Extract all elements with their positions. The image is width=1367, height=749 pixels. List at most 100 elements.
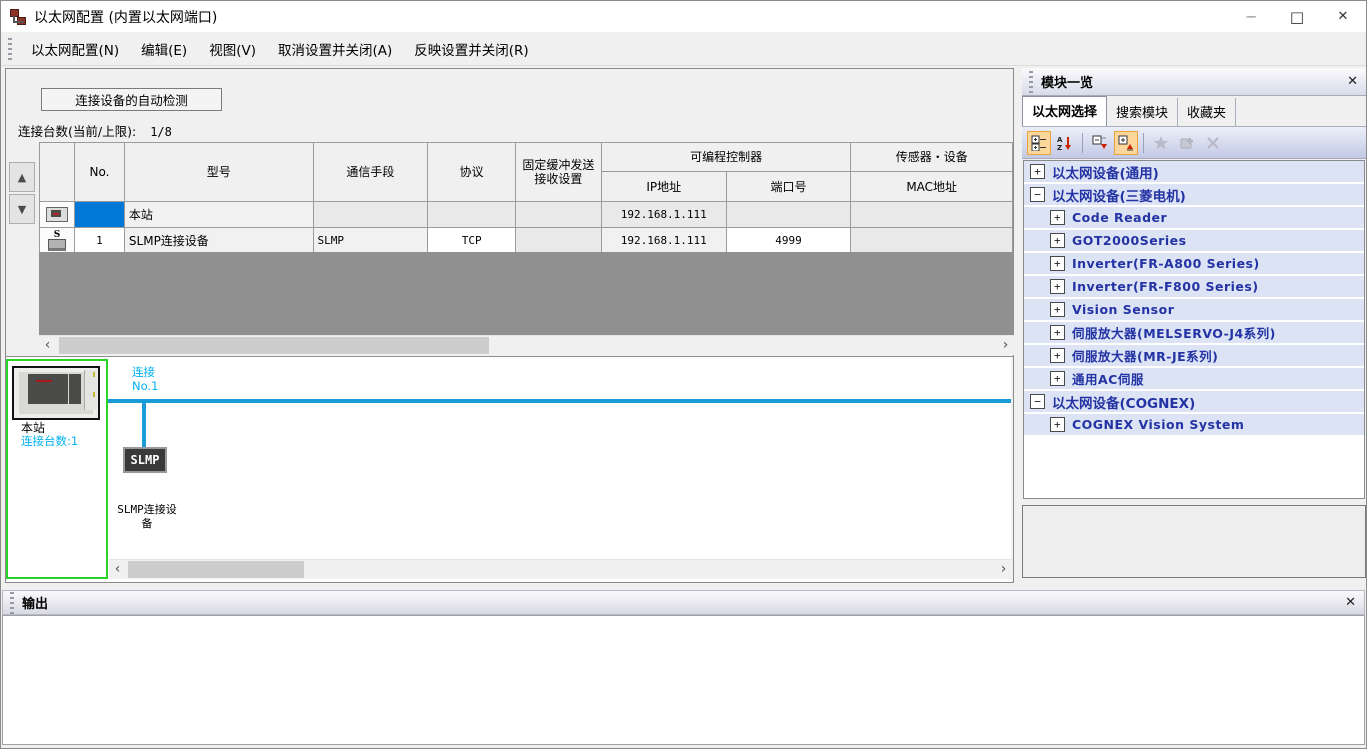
toolbar-separator xyxy=(1143,133,1144,153)
expand-icon[interactable]: + xyxy=(1050,302,1065,317)
delete-icon xyxy=(1201,131,1225,155)
ethernet-trunk-line xyxy=(104,399,1011,403)
col-protocol: 协议 xyxy=(428,143,516,202)
tree-item-inverter-a800[interactable]: +Inverter(FR-A800 Series) xyxy=(1024,253,1364,274)
expand-icon[interactable]: + xyxy=(1050,325,1065,340)
host-connection-count: 连接台数:1 xyxy=(21,433,78,449)
host-mac-cell xyxy=(851,202,1013,228)
menubar: 以太网配置(N) 编辑(E) 视图(V) 取消设置并关闭(A) 反映设置并关闭(… xyxy=(1,32,1366,66)
slmp-ip-cell[interactable]: 192.168.1.111 xyxy=(601,228,726,254)
tree-item-got2000[interactable]: +GOT2000Series xyxy=(1024,230,1364,251)
host-no-cell[interactable] xyxy=(74,202,124,228)
expand-icon[interactable]: + xyxy=(1050,371,1065,386)
scroll-right-icon[interactable]: › xyxy=(995,561,1012,578)
add-favorite-icon xyxy=(1175,131,1199,155)
row-down-button[interactable]: ▼ xyxy=(9,194,35,224)
slmp-model-cell[interactable]: SLMP连接设备 xyxy=(124,228,313,254)
row-up-button[interactable]: ▲ xyxy=(9,162,35,192)
col-no: No. xyxy=(74,143,124,202)
table-horizontal-scrollbar[interactable]: ‹ › xyxy=(39,335,1014,355)
connection-count: 连接台数(当前/上限):1/8 xyxy=(18,121,172,140)
slmp-device-caption: SLMP连接设备 xyxy=(115,503,179,531)
tree-item-vision-sensor[interactable]: +Vision Sensor xyxy=(1024,299,1364,320)
tab-ethernet-select[interactable]: 以太网选择 xyxy=(1022,96,1107,126)
menu-apply-close[interactable]: 反映设置并关闭(R) xyxy=(403,33,539,65)
toolbar-separator xyxy=(1082,133,1083,153)
output-grip[interactable] xyxy=(10,592,14,614)
scroll-left-icon[interactable]: ‹ xyxy=(109,561,126,578)
scroll-right-icon[interactable]: › xyxy=(997,337,1014,354)
minimize-button[interactable]: ─ xyxy=(1228,1,1274,32)
slmp-buffer-cell xyxy=(516,228,602,254)
host-port-cell xyxy=(726,202,851,228)
panel-grip[interactable] xyxy=(1029,71,1033,93)
collapse-icon[interactable]: − xyxy=(1030,187,1045,202)
tree-item-ethernet-generic[interactable]: +以太网设备(通用) xyxy=(1024,161,1364,182)
collapse-icon[interactable]: − xyxy=(1030,394,1045,409)
output-close-icon[interactable]: ✕ xyxy=(1345,595,1356,610)
slmp-protocol-cell[interactable]: TCP xyxy=(428,228,516,254)
collapse-all-icon[interactable] xyxy=(1088,131,1112,155)
expand-icon[interactable]: + xyxy=(1050,256,1065,271)
host-protocol-cell xyxy=(428,202,516,228)
expand-all-icon[interactable] xyxy=(1114,131,1138,155)
close-button[interactable]: ✕ xyxy=(1320,1,1366,32)
table-row-host[interactable]: 本站 192.168.1.111 xyxy=(40,202,1013,228)
output-panel-header: 输出 ✕ xyxy=(2,590,1365,615)
connection-count-value: 1/8 xyxy=(150,125,172,139)
connection-no-label: 连接 No.1 xyxy=(132,365,158,393)
scrollbar-thumb[interactable] xyxy=(128,561,304,578)
module-description-box xyxy=(1022,505,1366,578)
slmp-mac-cell xyxy=(851,228,1013,254)
expand-icon[interactable]: + xyxy=(1050,279,1065,294)
menu-cancel-close[interactable]: 取消设置并关闭(A) xyxy=(267,33,403,65)
menu-view[interactable]: 视图(V) xyxy=(198,33,267,65)
auto-detect-button[interactable]: 连接设备的自动检测 xyxy=(41,88,222,111)
scroll-left-icon[interactable]: ‹ xyxy=(39,337,56,354)
expand-icon[interactable]: + xyxy=(1050,210,1065,225)
expand-icon[interactable]: + xyxy=(1050,348,1065,363)
output-content xyxy=(2,615,1365,745)
col-mac: MAC地址 xyxy=(851,172,1013,202)
diagram-horizontal-scrollbar[interactable]: ‹ › xyxy=(109,559,1012,579)
tree-item-inverter-f800[interactable]: +Inverter(FR-F800 Series) xyxy=(1024,276,1364,297)
ethernet-drop-line xyxy=(142,399,146,447)
slmp-comm-cell[interactable]: SLMP xyxy=(313,228,428,254)
module-list-tabs: 以太网选择 搜索模块 收藏夹 xyxy=(1022,96,1366,127)
tree-item-code-reader[interactable]: +Code Reader xyxy=(1024,207,1364,228)
tree-item-ethernet-cognex[interactable]: −以太网设备(COGNEX) xyxy=(1024,391,1364,412)
menu-ethernet-config[interactable]: 以太网配置(N) xyxy=(20,33,130,65)
scrollbar-thumb[interactable] xyxy=(59,337,489,354)
tab-search-module[interactable]: 搜索模块 xyxy=(1107,98,1178,126)
expand-icon[interactable]: + xyxy=(1050,417,1065,432)
tree-item-cognex-vision[interactable]: +COGNEX Vision System xyxy=(1024,414,1364,435)
host-model-cell[interactable]: 本站 xyxy=(124,202,313,228)
expand-icon[interactable]: + xyxy=(1050,233,1065,248)
output-title: 输出 xyxy=(22,593,48,612)
tab-favorites[interactable]: 收藏夹 xyxy=(1178,98,1236,126)
table-row-slmp-device[interactable]: S 1 SLMP连接设备 SLMP TCP 192.168.1.111 4999 xyxy=(40,228,1013,254)
slmp-no-cell[interactable]: 1 xyxy=(74,228,124,254)
svg-text:Z: Z xyxy=(1057,144,1062,151)
slmp-device-icon: S xyxy=(40,228,75,254)
sort-az-icon[interactable]: AZ xyxy=(1053,131,1077,155)
expand-icon[interactable]: + xyxy=(1030,164,1045,179)
slmp-port-cell[interactable]: 4999 xyxy=(726,228,851,254)
favorite-star-icon xyxy=(1149,131,1173,155)
menu-edit[interactable]: 编辑(E) xyxy=(130,33,198,65)
device-table: No. 型号 通信手段 协议 固定缓冲发送接收设置 可编程控制器 传感器・设备 … xyxy=(39,142,1013,254)
tree-item-general-ac-servo[interactable]: +通用AC伺服 xyxy=(1024,368,1364,389)
host-station-box[interactable]: 本站 连接台数:1 xyxy=(6,359,108,579)
tree-item-servo-je[interactable]: +伺服放大器(MR-JE系列) xyxy=(1024,345,1364,366)
module-list-panel: 模块一览 ✕ 以太网选择 搜索模块 收藏夹 AZ +以太网设备 xyxy=(1022,68,1366,581)
host-ip-cell[interactable]: 192.168.1.111 xyxy=(601,202,726,228)
col-group-plc: 可编程控制器 xyxy=(601,143,851,172)
tree-item-servo-j4[interactable]: +伺服放大器(MELSERVO-J4系列) xyxy=(1024,322,1364,343)
slmp-device-node[interactable]: SLMP xyxy=(123,447,167,473)
module-list-close-icon[interactable]: ✕ xyxy=(1347,74,1358,89)
tree-item-ethernet-mitsubishi[interactable]: −以太网设备(三菱电机) xyxy=(1024,184,1364,205)
module-list-header: 模块一览 ✕ xyxy=(1022,68,1366,96)
expand-tree-toggle-icon[interactable] xyxy=(1027,131,1051,155)
plc-image xyxy=(12,366,100,420)
maximize-button[interactable]: □ xyxy=(1274,1,1320,32)
